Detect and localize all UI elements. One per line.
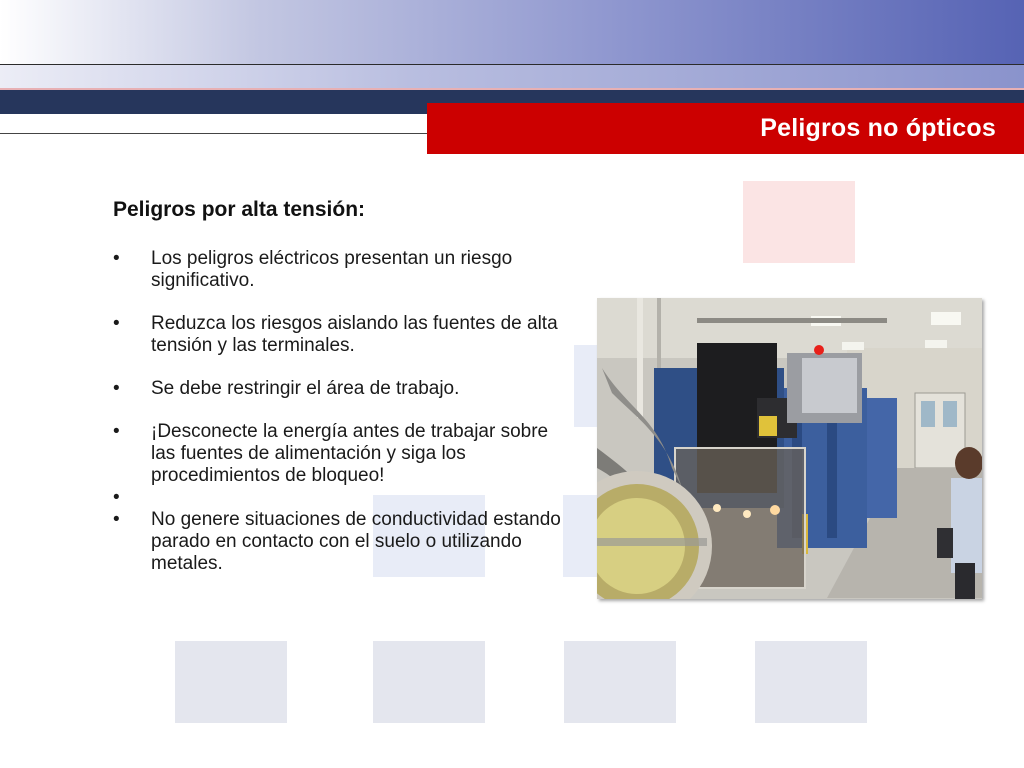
- decorative-square: [743, 181, 855, 263]
- bullet-item-empty: [113, 487, 568, 509]
- decorative-square: [564, 641, 676, 723]
- header-gradient-band: [0, 0, 1024, 64]
- bullet-list: Los peligros eléctricos presentan un rie…: [113, 248, 568, 575]
- bullet-item: No genere situaciones de conductividad e…: [113, 509, 568, 575]
- bullet-item: ¡Desconecte la energía antes de trabajar…: [113, 421, 568, 487]
- title-bar: Peligros no ópticos: [427, 103, 1024, 154]
- slide: Peligros no ópticos Peligros por alta te…: [0, 0, 1024, 768]
- laboratory-photo: [597, 298, 982, 599]
- title-underline: [0, 133, 430, 134]
- laboratory-photo-illustration: [597, 298, 982, 599]
- section-heading: Peligros por alta tensión:: [113, 198, 366, 221]
- decorative-square: [755, 641, 867, 723]
- slide-title: Peligros no ópticos: [760, 114, 996, 142]
- decorative-square: [175, 641, 287, 723]
- bullet-item: Reduzca los riesgos aislando las fuentes…: [113, 313, 568, 357]
- bullet-item: Se debe restringir el área de trabajo.: [113, 378, 568, 400]
- bullet-item: Los peligros eléctricos presentan un rie…: [113, 248, 568, 292]
- decorative-square: [373, 641, 485, 723]
- header-light-band: [0, 65, 1024, 88]
